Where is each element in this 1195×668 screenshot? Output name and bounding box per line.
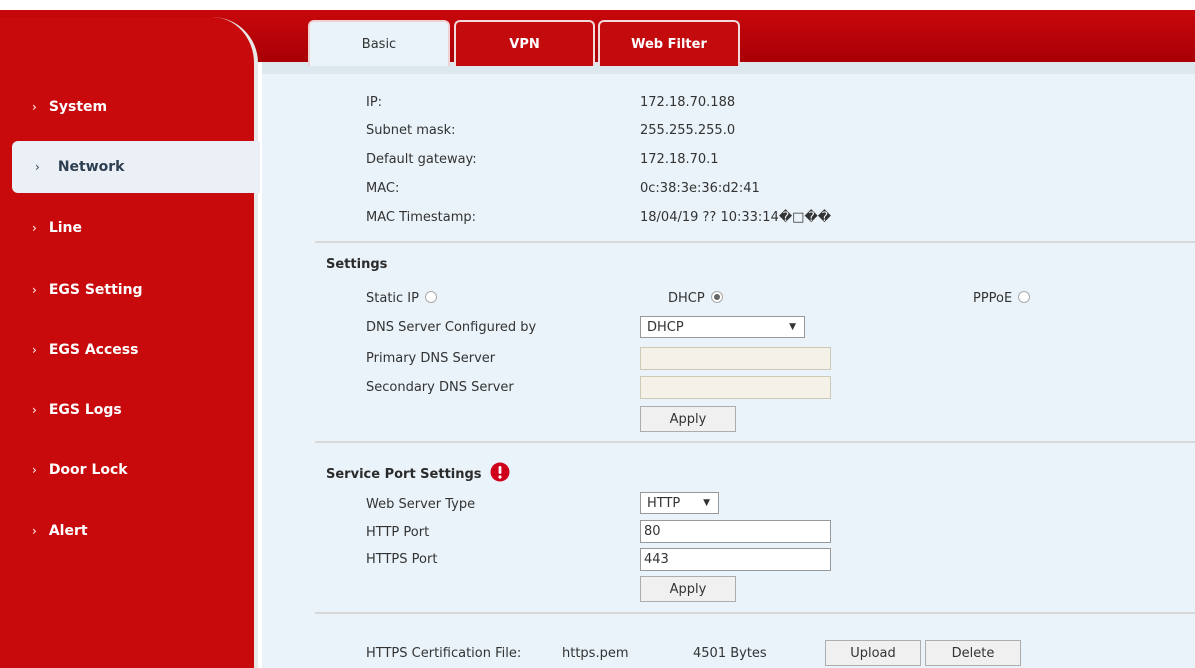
- sidebar-item-system[interactable]: › System: [0, 81, 258, 133]
- default-gateway-label: Default gateway:: [366, 152, 477, 167]
- sidebar-item-label: Alert: [48, 523, 88, 539]
- tab-label: Basic: [361, 36, 397, 52]
- web-server-type-label: Web Server Type: [366, 497, 476, 512]
- primary-dns-input[interactable]: [640, 347, 831, 370]
- alert-icon[interactable]: [490, 462, 510, 482]
- settings-apply-button[interactable]: Apply: [640, 406, 736, 432]
- pppoe-option[interactable]: PPPoE: [973, 291, 1031, 306]
- divider: [315, 241, 1195, 243]
- static-ip-label: Static IP: [366, 291, 419, 306]
- chevron-right-icon: ›: [32, 100, 37, 114]
- pppoe-label: PPPoE: [973, 291, 1013, 306]
- dns-config-select[interactable]: DHCP ▼: [640, 316, 805, 338]
- service-port-apply-button[interactable]: Apply: [640, 576, 736, 602]
- chevron-right-icon: ›: [32, 524, 37, 538]
- mac-value: 0c:38:3e:36:d2:41: [640, 181, 760, 196]
- divider: [315, 441, 1195, 443]
- secondary-dns-label: Secondary DNS Server: [366, 380, 514, 395]
- chevron-right-icon: ›: [32, 463, 37, 477]
- sidebar-item-egs-access[interactable]: › EGS Access: [0, 324, 258, 376]
- dhcp-label: DHCP: [668, 291, 705, 306]
- chevron-right-icon: ›: [32, 283, 37, 297]
- tab-web-filter[interactable]: Web Filter: [598, 20, 740, 66]
- web-server-type-value: HTTP: [647, 495, 681, 511]
- dropdown-arrow-icon: ▼: [703, 498, 710, 508]
- https-cert-file-size: 4501 Bytes: [693, 646, 767, 661]
- default-gateway-value: 172.18.70.1: [640, 152, 719, 167]
- http-port-input[interactable]: [640, 520, 831, 543]
- mac-timestamp-value: 18/04/19 ?? 10:33:14�□��: [640, 210, 832, 225]
- service-port-title-text: Service Port Settings: [326, 467, 482, 482]
- mac-timestamp-label: MAC Timestamp:: [366, 210, 477, 225]
- sidebar-item-label: Door Lock: [48, 462, 128, 478]
- web-server-type-select[interactable]: HTTP ▼: [640, 492, 719, 514]
- sidebar-item-label: EGS Setting: [48, 282, 143, 298]
- tab-label: VPN: [509, 36, 540, 52]
- tab-vpn[interactable]: VPN: [454, 20, 595, 66]
- chevron-right-icon: ›: [32, 403, 37, 417]
- tab-label: Web Filter: [631, 36, 707, 52]
- subnet-mask-label: Subnet mask:: [366, 123, 456, 138]
- delete-button[interactable]: Delete: [925, 640, 1021, 666]
- https-port-label: HTTPS Port: [366, 552, 438, 567]
- https-cert-file-name: https.pem: [562, 646, 629, 661]
- dhcp-option[interactable]: DHCP: [668, 291, 723, 306]
- dropdown-arrow-icon: ▼: [789, 322, 796, 332]
- sidebar-item-egs-logs[interactable]: › EGS Logs: [0, 384, 258, 436]
- sidebar-item-egs-setting[interactable]: › EGS Setting: [0, 264, 258, 316]
- chevron-right-icon: ›: [32, 221, 37, 235]
- pppoe-radio[interactable]: [1018, 291, 1031, 303]
- service-port-title: Service Port Settings: [326, 462, 510, 482]
- divider: [315, 612, 1195, 614]
- upload-button[interactable]: Upload: [825, 640, 921, 666]
- http-port-label: HTTP Port: [366, 525, 430, 540]
- secondary-dns-input[interactable]: [640, 376, 831, 399]
- static-ip-option[interactable]: Static IP: [366, 291, 437, 306]
- mac-label: MAC:: [366, 181, 400, 196]
- sidebar-item-label: Line: [48, 220, 82, 236]
- ip-value: 172.18.70.188: [640, 95, 736, 110]
- sidebar-item-label: EGS Access: [48, 342, 139, 358]
- settings-title: Settings: [326, 257, 388, 272]
- sidebar-item-label: Network: [57, 159, 125, 175]
- dns-config-label: DNS Server Configured by: [366, 320, 537, 335]
- tab-basic[interactable]: Basic: [308, 20, 450, 66]
- chevron-right-icon: ›: [32, 343, 37, 357]
- ip-label: IP:: [366, 95, 383, 110]
- primary-dns-label: Primary DNS Server: [366, 351, 496, 366]
- sidebar-item-door-lock[interactable]: › Door Lock: [0, 444, 258, 496]
- chevron-right-icon: ›: [35, 160, 40, 174]
- sidebar-item-line[interactable]: › Line: [0, 202, 258, 254]
- https-cert-label: HTTPS Certification File:: [366, 646, 522, 661]
- sidebar-item-label: EGS Logs: [48, 402, 122, 418]
- subnet-mask-value: 255.255.255.0: [640, 123, 736, 138]
- dhcp-radio[interactable]: [710, 291, 723, 303]
- sidebar-item-alert[interactable]: › Alert: [0, 505, 258, 557]
- https-port-input[interactable]: [640, 548, 831, 571]
- sidebar-item-label: System: [48, 99, 108, 115]
- dns-config-value: DHCP: [647, 319, 684, 335]
- sidebar-item-network[interactable]: › Network: [12, 141, 260, 193]
- static-ip-radio[interactable]: [424, 291, 437, 303]
